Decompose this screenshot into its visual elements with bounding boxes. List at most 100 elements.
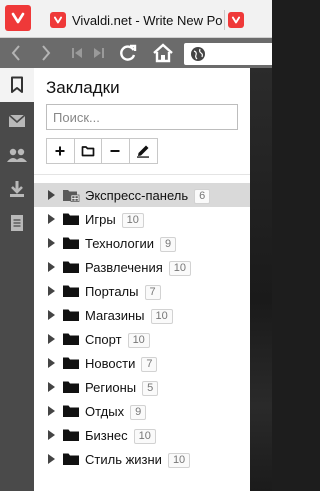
minus-icon	[110, 150, 120, 152]
bookmark-label: Магазины 10	[85, 308, 173, 324]
bookmark-label: Регионы 5	[85, 380, 159, 396]
fast-forward-button[interactable]	[90, 41, 108, 65]
back-button[interactable]	[6, 41, 26, 65]
panel-contacts-button[interactable]	[0, 138, 34, 172]
bookmarks-tree: Экспресс-панель 6 Игры 10 Технологии 9 Разв…	[34, 183, 250, 471]
bookmark-folder-lifestyle[interactable]: Стиль жизни 10	[34, 447, 250, 471]
expand-arrow-icon[interactable]	[48, 286, 55, 296]
count-badge: 5	[142, 381, 159, 396]
tab-vivaldi-net[interactable]: Vivaldi.net - Write New Post	[50, 8, 222, 32]
count-badge: 9	[130, 405, 147, 420]
bookmark-label: Порталы 7	[85, 284, 161, 300]
folder-icon	[63, 285, 79, 297]
expand-arrow-icon[interactable]	[48, 382, 55, 392]
bookmarks-panel: Закладки Экспресс-панель6	[34, 68, 250, 491]
bookmark-label: Спорт 10	[85, 332, 150, 348]
count-badge: 10	[133, 429, 156, 444]
vivaldi-logo-icon	[11, 12, 25, 24]
tab-separator	[224, 10, 225, 30]
vivaldi-favicon-icon	[50, 12, 66, 28]
bookmark-folder-portals[interactable]: Порталы 7	[34, 279, 250, 303]
expand-arrow-icon[interactable]	[48, 310, 55, 320]
bookmark-label: Технологии 9	[85, 236, 177, 252]
expand-arrow-icon[interactable]	[48, 358, 55, 368]
notes-icon	[11, 215, 23, 231]
edit-bookmark-button[interactable]	[130, 139, 157, 163]
remove-bookmark-button[interactable]	[102, 139, 130, 163]
home-button[interactable]	[150, 41, 176, 65]
folder-icon	[63, 453, 79, 465]
folder-icon	[63, 213, 79, 225]
bookmark-label: Экспресс-панель 6	[85, 188, 211, 204]
chevron-left-icon	[11, 45, 20, 61]
add-folder-button[interactable]	[75, 139, 102, 163]
home-icon	[153, 43, 173, 63]
expand-arrow-icon[interactable]	[48, 262, 55, 272]
reload-button[interactable]	[116, 41, 140, 65]
expand-arrow-icon[interactable]	[48, 430, 55, 440]
bookmark-folder-business[interactable]: Бизнес 10	[34, 423, 250, 447]
bookmark-label: Стиль жизни 10	[85, 452, 191, 468]
panel-downloads-button[interactable]	[0, 172, 34, 206]
panel-bookmarks-button[interactable]	[0, 68, 34, 102]
skip-back-icon	[72, 48, 82, 58]
vivaldi-menu-button[interactable]	[5, 5, 31, 31]
bookmark-label: Новости 7	[85, 356, 158, 372]
folder-icon	[63, 405, 79, 417]
bookmark-label: Бизнес 10	[85, 428, 156, 444]
chevron-right-icon	[42, 45, 51, 61]
count-badge: 10	[121, 213, 144, 228]
bookmark-folder-speed-dial[interactable]: Экспресс-панель 6	[34, 183, 250, 207]
page-content	[250, 68, 272, 491]
forward-button[interactable]	[36, 41, 56, 65]
bookmarks-toolbar	[46, 138, 158, 164]
folder-icon	[63, 381, 79, 393]
add-bookmark-button[interactable]	[47, 139, 75, 163]
expand-arrow-icon[interactable]	[48, 214, 55, 224]
bookmarks-search-input[interactable]	[46, 104, 238, 130]
expand-arrow-icon[interactable]	[48, 238, 55, 248]
panel-mail-button[interactable]	[0, 104, 34, 138]
folder-icon	[81, 146, 95, 157]
expand-arrow-icon[interactable]	[48, 454, 55, 464]
expand-arrow-icon[interactable]	[48, 334, 55, 344]
bookmark-folder-regions[interactable]: Регионы 5	[34, 375, 250, 399]
count-badge: 7	[141, 357, 158, 372]
skip-forward-icon	[94, 48, 104, 58]
count-badge: 7	[144, 285, 161, 300]
pencil-icon	[137, 145, 150, 158]
count-badge: 10	[167, 453, 191, 468]
rewind-button[interactable]	[68, 41, 86, 65]
bookmark-icon	[11, 76, 23, 93]
globe-icon	[191, 47, 205, 61]
count-badge: 10	[150, 309, 173, 324]
bookmark-folder-sport[interactable]: Спорт 10	[34, 327, 250, 351]
expand-arrow-icon[interactable]	[48, 406, 55, 416]
folder-icon	[63, 333, 79, 345]
expand-arrow-icon[interactable]	[48, 190, 55, 200]
tab-title: Vivaldi.net - Write New Post	[72, 12, 222, 28]
folder-icon	[63, 261, 79, 273]
bookmark-folder-entertainment[interactable]: Развлечения 10	[34, 255, 250, 279]
panel-notes-button[interactable]	[0, 206, 34, 240]
address-bar	[0, 38, 272, 68]
bookmark-folder-news[interactable]: Новости 7	[34, 351, 250, 375]
folder-icon	[63, 429, 79, 441]
tab-second[interactable]	[228, 8, 272, 32]
bookmark-folder-leisure[interactable]: Отдых 9	[34, 399, 250, 423]
bookmark-folder-technology[interactable]: Технологии 9	[34, 231, 250, 255]
count-badge: 6	[194, 189, 211, 204]
folder-icon	[63, 309, 79, 321]
count-badge: 10	[168, 261, 192, 276]
bookmark-folder-shops[interactable]: Магазины 10	[34, 303, 250, 327]
url-field[interactable]	[184, 43, 272, 65]
bookmark-folder-games[interactable]: Игры 10	[34, 207, 250, 231]
count-badge: 10	[127, 333, 150, 348]
count-badge: 9	[160, 237, 177, 252]
tab-bar: Vivaldi.net - Write New Post	[0, 0, 272, 38]
download-icon	[10, 181, 24, 197]
panel-strip	[0, 68, 34, 491]
mail-icon	[8, 114, 26, 127]
panel-divider	[34, 174, 250, 175]
folder-icon	[63, 237, 79, 249]
